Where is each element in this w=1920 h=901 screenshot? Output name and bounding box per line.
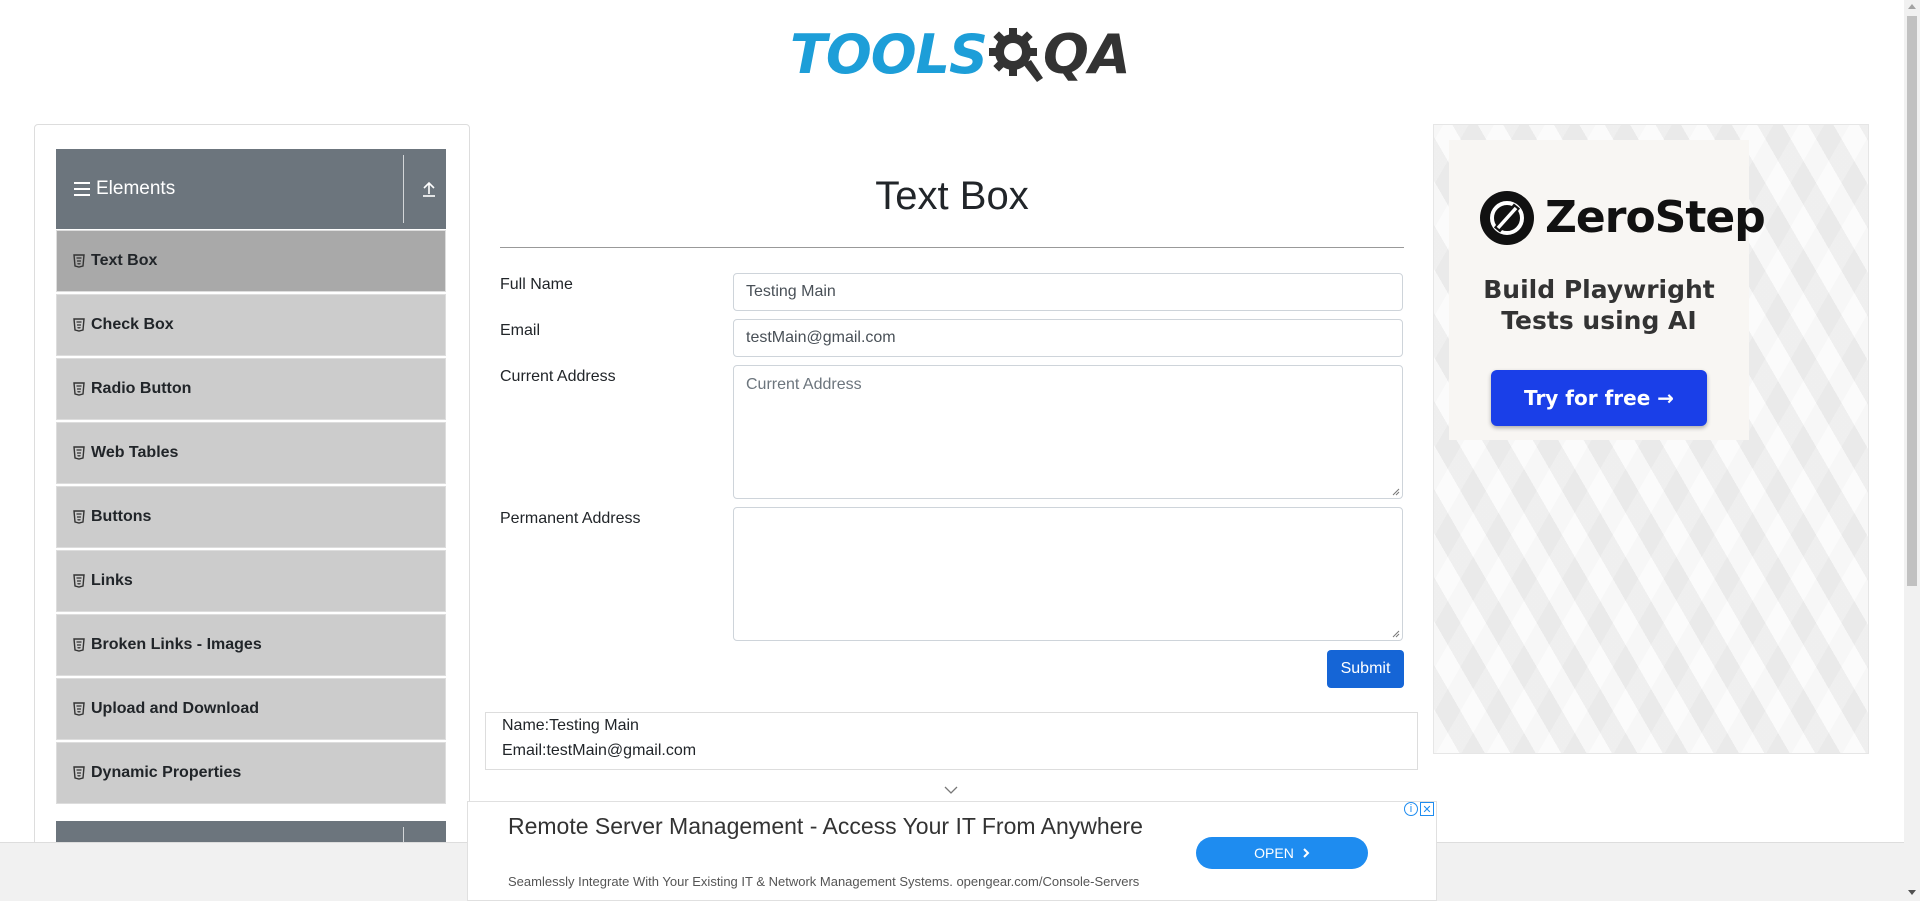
title-divider bbox=[500, 247, 1404, 248]
sidebar-item-label: Text Box bbox=[91, 252, 158, 269]
ad-brand: ZeroStep bbox=[1545, 192, 1766, 243]
sidebar-item-label: Broken Links - Images bbox=[91, 636, 262, 653]
ad-choices[interactable]: i ✕ bbox=[1404, 802, 1434, 818]
logo-tools-text: TOOLS bbox=[790, 22, 988, 86]
permanent-address-textarea[interactable] bbox=[733, 507, 1403, 641]
ad-tagline: Build Playwright Tests using AI bbox=[1449, 274, 1749, 336]
sidebar-item-label: Dynamic Properties bbox=[91, 764, 242, 781]
scrollbar-thumb[interactable] bbox=[1907, 16, 1917, 586]
current-address-label: Current Address bbox=[500, 368, 616, 385]
html5-icon bbox=[73, 382, 85, 396]
current-address-textarea[interactable]: Current Address bbox=[733, 365, 1403, 499]
resize-handle-icon[interactable] bbox=[1392, 488, 1400, 496]
sidebar-item-label: Check Box bbox=[91, 316, 174, 333]
current-address-placeholder: Current Address bbox=[746, 376, 862, 393]
output-name: Name:Testing Main bbox=[502, 717, 639, 734]
email-label: Email bbox=[500, 322, 541, 339]
permanent-address-label: Permanent Address bbox=[500, 510, 641, 527]
sidebar-item-radio-button[interactable]: Radio Button bbox=[56, 358, 446, 420]
elements-group-header[interactable]: Elements bbox=[56, 149, 446, 229]
bottom-ad-subtitle: Seamlessly Integrate With Your Existing … bbox=[508, 874, 1140, 889]
output-email: Email:testMain@gmail.com bbox=[502, 742, 697, 759]
sidebar-item-broken-links[interactable]: Broken Links - Images bbox=[56, 614, 446, 676]
sidebar-item-web-tables[interactable]: Web Tables bbox=[56, 422, 446, 484]
logo-qa-text: QA bbox=[1042, 22, 1131, 86]
full-name-input[interactable]: Testing Main bbox=[733, 273, 1403, 311]
elements-menu: Text Box Check Box Radio Button Web Tabl… bbox=[56, 230, 446, 806]
html5-icon bbox=[73, 766, 85, 780]
header-divider bbox=[403, 155, 404, 223]
chevron-down-icon[interactable] bbox=[944, 786, 958, 794]
page: TOOLS QA Elements Text Box Check Box Rad… bbox=[0, 0, 1920, 901]
info-icon[interactable]: i bbox=[1404, 802, 1418, 816]
group-title: Elements bbox=[96, 178, 176, 199]
html5-icon bbox=[73, 702, 85, 716]
sidebar-item-label: Upload and Download bbox=[91, 700, 259, 717]
html5-icon bbox=[73, 254, 85, 268]
hamburger-icon bbox=[74, 182, 90, 196]
resize-handle-icon[interactable] bbox=[1392, 630, 1400, 638]
sidebar-item-label: Buttons bbox=[91, 508, 152, 525]
zerostep-logo-icon bbox=[1480, 191, 1534, 245]
close-icon[interactable]: ✕ bbox=[1420, 802, 1434, 816]
collapse-arrow-icon[interactable] bbox=[420, 179, 438, 199]
gear-icon bbox=[987, 24, 1043, 84]
sidebar-item-label: Radio Button bbox=[91, 380, 192, 397]
try-for-free-button[interactable]: Try for free → bbox=[1491, 370, 1707, 426]
submit-button[interactable]: Submit bbox=[1327, 650, 1404, 688]
email-input[interactable]: testMain@gmail.com bbox=[733, 319, 1403, 357]
html5-icon bbox=[73, 318, 85, 332]
output-box: Name:Testing Main Email:testMain@gmail.c… bbox=[485, 712, 1418, 770]
ad-tagline-line-2: Tests using AI bbox=[1501, 306, 1697, 335]
ad-tagline-line-1: Build Playwright bbox=[1483, 275, 1715, 304]
bottom-ad[interactable]: Remote Server Management - Access Your I… bbox=[467, 801, 1437, 901]
scroll-up-arrow-icon[interactable] bbox=[1908, 4, 1916, 9]
sidebar-item-dynamic-properties[interactable]: Dynamic Properties bbox=[56, 742, 446, 804]
toolsqa-logo[interactable]: TOOLS QA bbox=[790, 14, 1131, 94]
email-value: testMain@gmail.com bbox=[746, 329, 896, 346]
html5-icon bbox=[73, 574, 85, 588]
open-button-label: OPEN bbox=[1254, 845, 1294, 861]
sidebar-item-label: Web Tables bbox=[91, 444, 179, 461]
chevron-right-icon bbox=[1303, 848, 1310, 858]
ad-card: ZeroStep Build Playwright Tests using AI… bbox=[1449, 140, 1766, 440]
full-name-value: Testing Main bbox=[746, 283, 836, 300]
full-name-label: Full Name bbox=[500, 276, 573, 293]
html5-icon bbox=[73, 446, 85, 460]
bottom-ad-title[interactable]: Remote Server Management - Access Your I… bbox=[508, 810, 1148, 842]
open-button[interactable]: OPEN bbox=[1196, 837, 1368, 869]
page-title: Text Box bbox=[875, 174, 1029, 218]
zerostep-ad[interactable]: ZeroStep Build Playwright Tests using AI… bbox=[1433, 124, 1869, 754]
sidebar-item-links[interactable]: Links bbox=[56, 550, 446, 612]
sidebar-item-label: Links bbox=[91, 572, 133, 589]
sidebar-item-text-box[interactable]: Text Box bbox=[56, 230, 446, 292]
sidebar-item-upload-download[interactable]: Upload and Download bbox=[56, 678, 446, 740]
scroll-down-arrow-icon[interactable] bbox=[1908, 890, 1916, 895]
sidebar-item-buttons[interactable]: Buttons bbox=[56, 486, 446, 548]
html5-icon bbox=[73, 638, 85, 652]
html5-icon bbox=[73, 510, 85, 524]
sidebar-item-check-box[interactable]: Check Box bbox=[56, 294, 446, 356]
